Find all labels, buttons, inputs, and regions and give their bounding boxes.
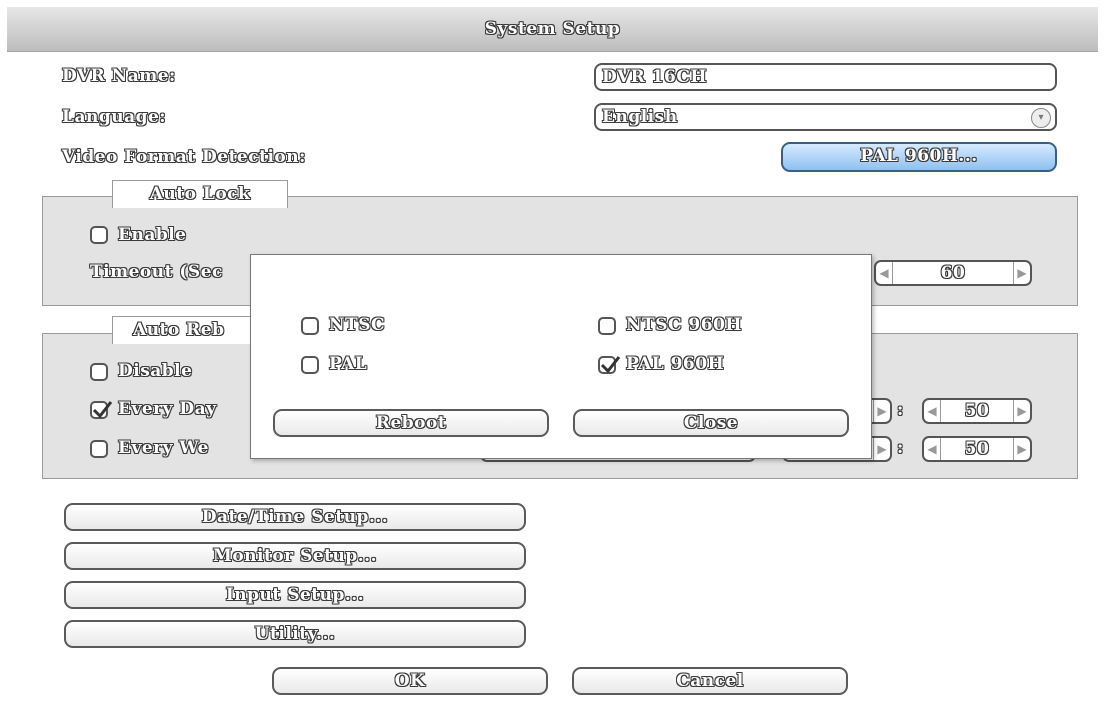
reboot-button[interactable]: Reboot — [273, 409, 549, 437]
window-titlebar: System Setup — [7, 7, 1098, 52]
reboot-label: Reboot — [375, 413, 447, 433]
language-value: English — [602, 107, 678, 127]
close-label: Close — [683, 413, 739, 433]
video-format-value: PAL 960H... — [860, 146, 978, 166]
video-format-button[interactable]: PAL 960H... — [781, 142, 1057, 172]
date-time-setup-button[interactable]: Date/Time Setup... — [64, 503, 526, 531]
close-button[interactable]: Close — [573, 409, 849, 437]
timeout-value: 60 — [940, 263, 966, 283]
every-day-label: Every Day — [118, 399, 217, 419]
every-week-label: Every We — [118, 438, 209, 458]
check-icon — [600, 356, 621, 374]
chevron-left-icon[interactable]: ◀ — [876, 262, 893, 284]
chevron-right-icon[interactable]: ▶ — [1013, 262, 1030, 284]
auto-lock-enable-label: Enable — [118, 225, 187, 245]
video-format-dialog: NTSC NTSC 960H PAL PAL 960H Reboot Close — [250, 254, 872, 459]
language-select[interactable]: English ▾ — [594, 103, 1057, 131]
every-day-minute-spinner[interactable]: ◀ 50 ▶ — [922, 398, 1032, 424]
dvr-name-input[interactable]: DVR 16CH — [594, 63, 1057, 91]
check-icon — [92, 401, 113, 419]
pal-label: PAL — [329, 354, 368, 374]
every-day-time-separator: : — [897, 400, 904, 420]
cancel-label: Cancel — [676, 671, 744, 691]
pal-960h-checkbox[interactable] — [598, 356, 621, 374]
every-week-minute-value: 50 — [964, 439, 990, 459]
auto-reboot-title: Auto Reb — [133, 320, 225, 340]
video-format-label: Video Format Detection: — [62, 147, 306, 167]
language-label: Language: — [62, 107, 167, 127]
every-week-time-separator: : — [897, 438, 904, 458]
chevron-right-icon[interactable]: ▶ — [873, 438, 890, 460]
auto-lock-title: Auto Lock — [149, 184, 251, 204]
timeout-label: Timeout (Sec — [90, 262, 223, 282]
chevron-left-icon[interactable]: ◀ — [924, 438, 941, 460]
input-setup-button[interactable]: Input Setup... — [64, 581, 526, 609]
chevron-left-icon[interactable]: ◀ — [924, 400, 941, 422]
disable-label: Disable — [118, 361, 193, 381]
timeout-spinner[interactable]: ◀ 60 ▶ — [874, 260, 1032, 286]
utility-button[interactable]: Utility... — [64, 620, 526, 648]
dvr-name-value: DVR 16CH — [602, 67, 707, 87]
chevron-right-icon[interactable]: ▶ — [1013, 400, 1030, 422]
ntsc-960h-label: NTSC 960H — [626, 315, 742, 335]
every-week-minute-spinner[interactable]: ◀ 50 ▶ — [922, 436, 1032, 462]
window-title: System Setup — [484, 19, 621, 39]
ok-label: OK — [394, 671, 426, 691]
date-time-setup-label: Date/Time Setup... — [201, 507, 389, 527]
every-day-checkbox[interactable] — [90, 401, 113, 419]
chevron-right-icon[interactable]: ▶ — [1013, 438, 1030, 460]
dvr-name-label: DVR Name: — [62, 66, 176, 86]
ntsc-checkbox[interactable] — [301, 317, 319, 335]
chevron-down-icon[interactable]: ▾ — [1031, 108, 1051, 128]
pal-checkbox[interactable] — [301, 356, 319, 374]
pal-960h-label: PAL 960H — [626, 354, 725, 374]
ntsc-label: NTSC — [329, 315, 385, 335]
input-setup-label: Input Setup... — [225, 585, 365, 605]
chevron-right-icon[interactable]: ▶ — [873, 400, 890, 422]
ok-button[interactable]: OK — [272, 667, 548, 695]
monitor-setup-label: Monitor Setup... — [213, 546, 377, 566]
auto-lock-tab: Auto Lock — [112, 180, 288, 208]
auto-lock-enable-checkbox[interactable] — [90, 226, 108, 244]
utility-label: Utility... — [254, 624, 336, 644]
cancel-button[interactable]: Cancel — [572, 667, 848, 695]
every-week-checkbox[interactable] — [90, 440, 108, 458]
monitor-setup-button[interactable]: Monitor Setup... — [64, 542, 526, 570]
every-day-minute-value: 50 — [964, 401, 990, 421]
disable-checkbox[interactable] — [90, 363, 108, 381]
ntsc-960h-checkbox[interactable] — [598, 317, 616, 335]
